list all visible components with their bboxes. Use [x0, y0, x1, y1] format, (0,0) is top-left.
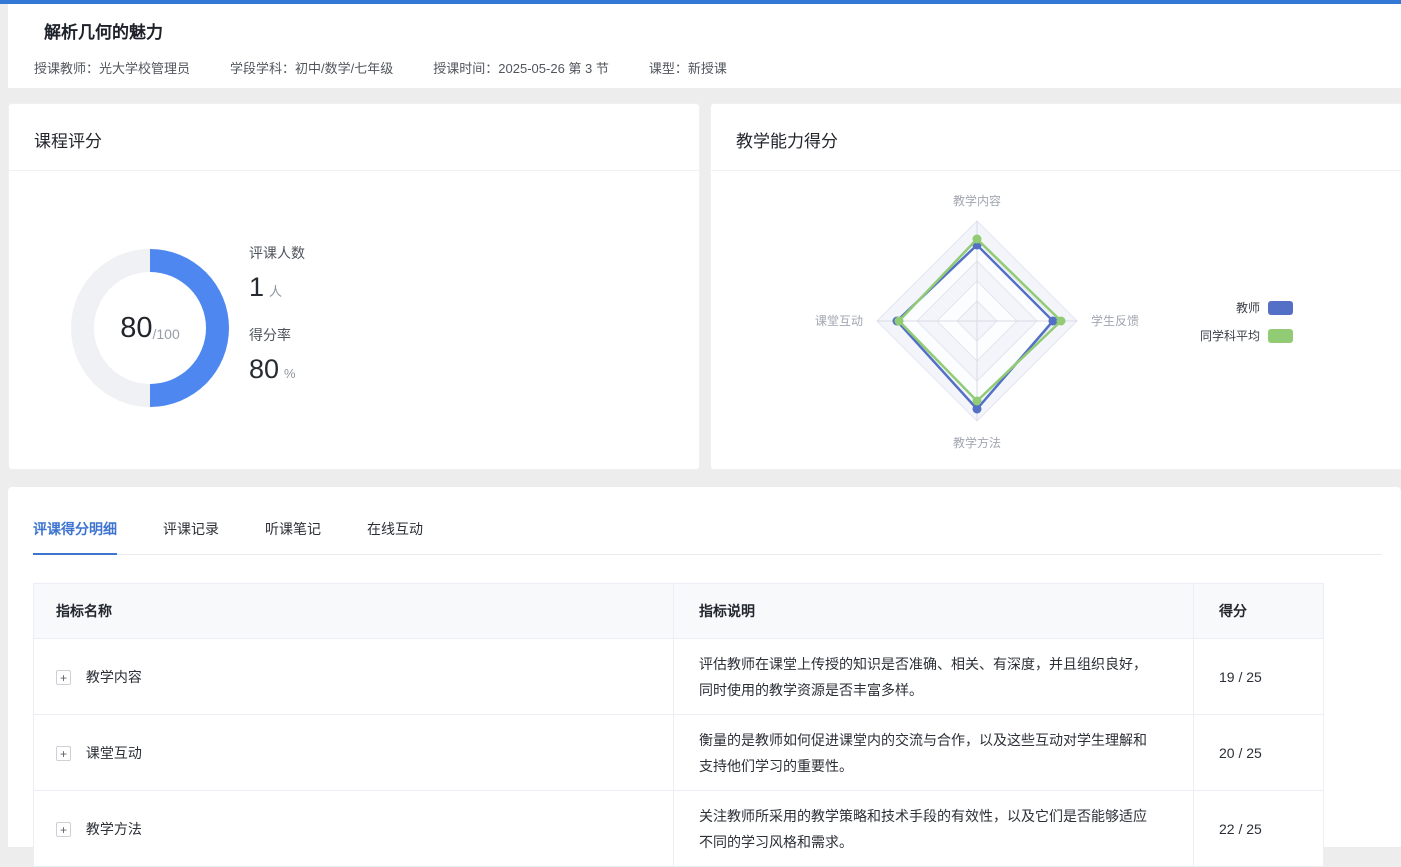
legend-item-subject-average[interactable]: 同学科平均	[1131, 327, 1293, 344]
svg-text:课堂互动: 课堂互动	[815, 314, 863, 328]
table-row: + 教学方法 关注教师所采用的教学策略和技术手段的有效性，以及它们是否能够适应不…	[34, 791, 1324, 867]
svg-text:教学方法: 教学方法	[953, 435, 1001, 450]
table-header-row: 指标名称 指标说明 得分	[34, 584, 1324, 639]
reviewer-count-value: 1人	[249, 272, 305, 303]
radar-legend: 教师 同学科平均	[1131, 299, 1293, 355]
meta-grade-subject: 学段学科：初中/数学/七年级	[230, 58, 393, 77]
column-score: 得分	[1194, 584, 1324, 639]
tab-online-interaction[interactable]: 在线互动	[367, 519, 423, 554]
meta-teacher: 授课教师：光大学校管理员	[34, 58, 190, 77]
indicator-name: 课堂互动	[86, 745, 142, 761]
donut-center-label: 80 /100	[94, 272, 206, 384]
lesson-meta: 授课教师：光大学校管理员 学段学科：初中/数学/七年级 授课时间：2025-05…	[34, 58, 1401, 77]
indicator-score: 19 / 25	[1194, 639, 1324, 715]
course-score-card: 课程评分 80 /100 评课人数 1人 得分率 80%	[8, 103, 700, 470]
tab-listening-notes[interactable]: 听课笔记	[265, 519, 321, 554]
teaching-ability-title: 教学能力得分	[711, 104, 1401, 171]
donut-score-value: 80	[120, 312, 152, 345]
indicator-table: 指标名称 指标说明 得分 + 教学内容 评估教师在课堂上传授的知识是否准确、相关…	[33, 583, 1324, 867]
legend-item-teacher[interactable]: 教师	[1131, 299, 1293, 316]
course-score-donut: 80 /100	[71, 249, 229, 407]
score-rate-label: 得分率	[249, 325, 305, 345]
teacher-series-swatch-icon	[1268, 301, 1293, 315]
expand-row-button[interactable]: +	[56, 670, 71, 685]
indicator-score: 20 / 25	[1194, 715, 1324, 791]
reviewer-count-label: 评课人数	[249, 243, 305, 263]
expand-row-button[interactable]: +	[56, 746, 71, 761]
details-panel: 评课得分明细 评课记录 听课笔记 在线互动 指标名称 指标说明 得分 + 教学内…	[8, 487, 1401, 847]
teaching-ability-card: 教学能力得分 教学内容学生反馈教学方法课堂互动 教师 同学科平均	[710, 103, 1401, 470]
indicator-desc: 衡量的是教师如何促进课堂内的交流与合作，以及这些互动对学生理解和支持他们学习的重…	[699, 727, 1155, 779]
indicator-name: 教学内容	[86, 669, 142, 685]
average-series-swatch-icon	[1268, 329, 1293, 343]
indicator-desc: 关注教师所采用的教学策略和技术手段的有效性，以及它们是否能够适应不同的学习风格和…	[699, 803, 1155, 855]
meta-lesson-type: 课型：新授课	[649, 58, 727, 77]
lesson-header: 解析几何的魅力 授课教师：光大学校管理员 学段学科：初中/数学/七年级 授课时间…	[8, 4, 1401, 88]
table-row: + 课堂互动 衡量的是教师如何促进课堂内的交流与合作，以及这些互动对学生理解和支…	[34, 715, 1324, 791]
course-score-title: 课程评分	[9, 104, 699, 171]
column-indicator-desc: 指标说明	[674, 584, 1194, 639]
details-tabs: 评课得分明细 评课记录 听课笔记 在线互动	[33, 519, 1381, 555]
indicator-desc: 评估教师在课堂上传授的知识是否准确、相关、有深度，并且组织良好，同时使用的教学资…	[699, 651, 1155, 703]
indicator-name: 教学方法	[86, 821, 142, 837]
table-row: + 教学内容 评估教师在课堂上传授的知识是否准确、相关、有深度，并且组织良好，同…	[34, 639, 1324, 715]
donut-score-max: /100	[153, 326, 180, 342]
score-rate-value: 80%	[249, 354, 305, 385]
expand-row-button[interactable]: +	[56, 822, 71, 837]
tab-score-detail[interactable]: 评课得分明细	[33, 519, 117, 555]
meta-time: 授课时间：2025-05-26 第 3 节	[433, 58, 609, 77]
svg-text:教学内容: 教学内容	[953, 193, 1001, 208]
page-title: 解析几何的魅力	[44, 18, 1401, 43]
teaching-ability-radar-chart: 教学内容学生反馈教学方法课堂互动	[767, 171, 1187, 469]
column-indicator-name: 指标名称	[34, 584, 674, 639]
tab-review-records[interactable]: 评课记录	[163, 519, 219, 554]
indicator-score: 22 / 25	[1194, 791, 1324, 867]
score-stats: 评课人数 1人 得分率 80%	[249, 243, 305, 407]
